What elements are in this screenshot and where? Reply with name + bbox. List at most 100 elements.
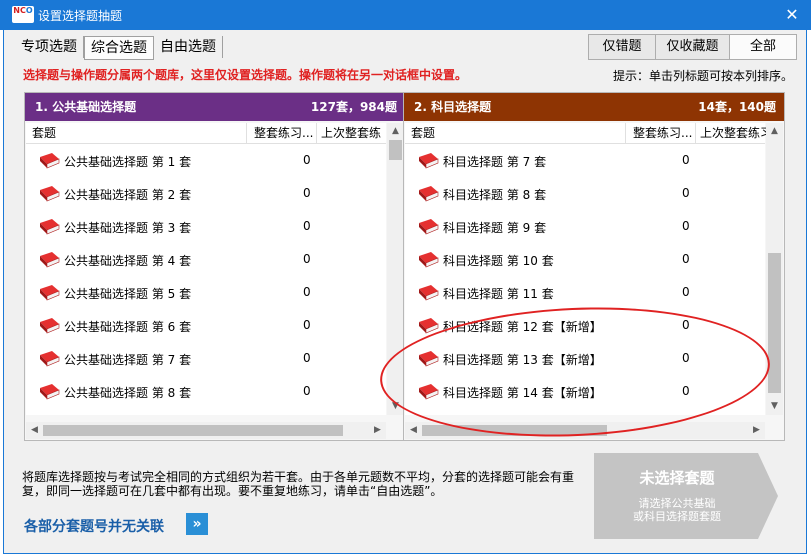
list-item[interactable]: 公共基础选择题 第 6 套 0 — [26, 309, 386, 342]
set-name: 公共基础选择题 第 3 套 — [64, 221, 192, 235]
book-icon — [38, 317, 60, 334]
list-item[interactable]: 公共基础选择题 第 5 套 0 — [26, 276, 386, 309]
left-list: 套题 整套练习... 上次整套练 公共基础选择题 第 1 套 0 公共基础选择题 第… — [26, 123, 386, 415]
right-column-header: 套题 整套练习... 上次整套练习 — [405, 123, 770, 144]
set-name: 科目选择题 第 10 套 — [443, 254, 554, 268]
list-item[interactable]: 科目选择题 第 7 套 0 — [405, 144, 765, 177]
window-title: 设置选择题抽题 — [38, 9, 123, 23]
list-item[interactable]: 公共基础选择题 第 1 套 0 — [26, 144, 386, 177]
book-icon — [38, 152, 60, 169]
scroll-left-icon[interactable]: ◀ — [27, 423, 42, 438]
left-horizontal-scrollbar[interactable]: ◀ ▶ — [26, 422, 386, 439]
set-name: 公共基础选择题 第 5 套 — [64, 287, 192, 301]
practice-count: 0 — [303, 186, 311, 200]
practice-count: 0 — [303, 219, 311, 233]
filter-all-button[interactable]: 全部 — [729, 34, 797, 60]
start-title: 未选择套题 — [639, 469, 715, 487]
column-last-practice[interactable]: 上次整套练习 — [695, 123, 770, 143]
close-button[interactable]: ✕ — [781, 4, 803, 26]
practice-count: 0 — [682, 153, 690, 167]
set-name: 科目选择题 第 9 套 — [443, 221, 547, 235]
scroll-thumb[interactable] — [768, 253, 781, 393]
warning-text: 选择题与操作题分属两个题库，这里仅设置选择题。操作题将在另一对话框中设置。 — [23, 68, 468, 82]
set-name: 科目选择题 第 7 套 — [443, 155, 547, 169]
column-set[interactable]: 套题 — [411, 123, 435, 143]
left-group-count: 127套，984题 — [310, 100, 397, 114]
sort-hint: 提示：单击列标题可按本列排序。 — [612, 69, 793, 83]
scroll-right-icon[interactable]: ▶ — [749, 423, 764, 438]
scroll-thumb[interactable] — [389, 140, 402, 160]
list-item[interactable]: 科目选择题 第 11 套 0 — [405, 276, 765, 309]
practice-count: 0 — [682, 285, 690, 299]
start-button[interactable]: 未选择套题 请选择公共基础 或科目选择题套题 — [594, 453, 780, 539]
book-icon — [417, 152, 439, 169]
filter-buttons: 仅错题 仅收藏题 全部 — [588, 34, 797, 60]
list-item[interactable]: 公共基础选择题 第 8 套 0 — [26, 375, 386, 408]
set-name: 公共基础选择题 第 7 套 — [64, 353, 192, 367]
set-name: 公共基础选择题 第 8 套 — [64, 386, 192, 400]
book-icon — [38, 185, 60, 202]
title-bar: NCO 设置选择题抽题 ✕ — [0, 0, 811, 30]
practice-count: 0 — [682, 186, 690, 200]
right-group-title: 2. 科目选择题 — [414, 100, 492, 114]
column-practice-count[interactable]: 整套练习... — [625, 123, 699, 143]
book-icon — [38, 218, 60, 235]
list-item[interactable]: 公共基础选择题 第 4 套 0 — [26, 243, 386, 276]
practice-count: 0 — [303, 285, 311, 299]
practice-count: 0 — [303, 351, 311, 365]
practice-count: 0 — [303, 252, 311, 266]
filter-wrong-button[interactable]: 仅错题 — [588, 34, 656, 60]
right-group-count: 14套，140题 — [698, 100, 776, 114]
arrow-shape-icon — [594, 453, 778, 539]
list-item[interactable]: 公共基础选择题 第 2 套 0 — [26, 177, 386, 210]
column-set[interactable]: 套题 — [32, 123, 56, 143]
tab-comprehensive[interactable]: 综合选题 — [84, 36, 154, 60]
practice-count: 0 — [303, 384, 311, 398]
book-icon — [38, 284, 60, 301]
column-practice-count[interactable]: 整套练习... — [246, 123, 320, 143]
scroll-left-icon[interactable]: ◀ — [406, 423, 421, 438]
list-item[interactable]: 科目选择题 第 8 套 0 — [405, 177, 765, 210]
set-name: 科目选择题 第 8 套 — [443, 188, 547, 202]
filter-favorite-button[interactable]: 仅收藏题 — [655, 34, 730, 60]
set-name: 科目选择题 第 11 套 — [443, 287, 554, 301]
no-relation-link[interactable]: 各部分套题号并无关联 — [24, 516, 164, 536]
app-logo-icon: NCO — [12, 6, 34, 23]
column-last-practice[interactable]: 上次整套练 — [316, 123, 391, 143]
scroll-thumb[interactable] — [43, 425, 343, 436]
scroll-down-icon[interactable]: ▼ — [767, 399, 782, 414]
list-item[interactable]: 科目选择题 第 10 套 0 — [405, 243, 765, 276]
practice-count: 0 — [682, 252, 690, 266]
set-name: 公共基础选择题 第 2 套 — [64, 188, 192, 202]
left-group-title: 1. 公共基础选择题 — [35, 100, 137, 114]
mode-tabs: 专项选题 综合选题 自由选题 — [15, 36, 223, 60]
practice-count: 0 — [303, 318, 311, 332]
left-column-header: 套题 整套练习... 上次整套练 — [26, 123, 386, 144]
book-icon — [38, 383, 60, 400]
book-icon — [417, 251, 439, 268]
set-name: 公共基础选择题 第 6 套 — [64, 320, 192, 334]
left-group-header: 1. 公共基础选择题 127套，984题 — [25, 93, 405, 121]
practice-count: 0 — [682, 219, 690, 233]
double-chevron-right-icon[interactable]: » — [186, 513, 208, 535]
scroll-up-icon[interactable]: ▲ — [767, 124, 782, 139]
start-subtitle: 请选择公共基础 或科目选择题套题 — [633, 497, 721, 523]
right-group-header: 2. 科目选择题 14套，140题 — [404, 93, 784, 121]
public-basic-group: 1. 公共基础选择题 127套，984题 套题 整套练习... 上次整套练 公共… — [24, 92, 406, 441]
tab-free[interactable]: 自由选题 — [154, 36, 223, 58]
tab-special[interactable]: 专项选题 — [15, 36, 84, 58]
book-icon — [417, 218, 439, 235]
book-icon — [38, 350, 60, 367]
list-item[interactable]: 公共基础选择题 第 3 套 0 — [26, 210, 386, 243]
set-name: 公共基础选择题 第 1 套 — [64, 155, 192, 169]
list-item[interactable]: 科目选择题 第 9 套 0 — [405, 210, 765, 243]
list-item[interactable]: 公共基础选择题 第 7 套 0 — [26, 342, 386, 375]
book-icon — [417, 185, 439, 202]
scroll-right-icon[interactable]: ▶ — [370, 423, 385, 438]
info-text: 将题库选择题按与考试完全相同的方式组织为若干套。由于各单元题数不平均，分套的选择… — [22, 470, 575, 498]
book-icon — [38, 251, 60, 268]
book-icon — [417, 284, 439, 301]
set-name: 公共基础选择题 第 4 套 — [64, 254, 192, 268]
scroll-up-icon[interactable]: ▲ — [388, 124, 403, 139]
practice-count: 0 — [303, 153, 311, 167]
